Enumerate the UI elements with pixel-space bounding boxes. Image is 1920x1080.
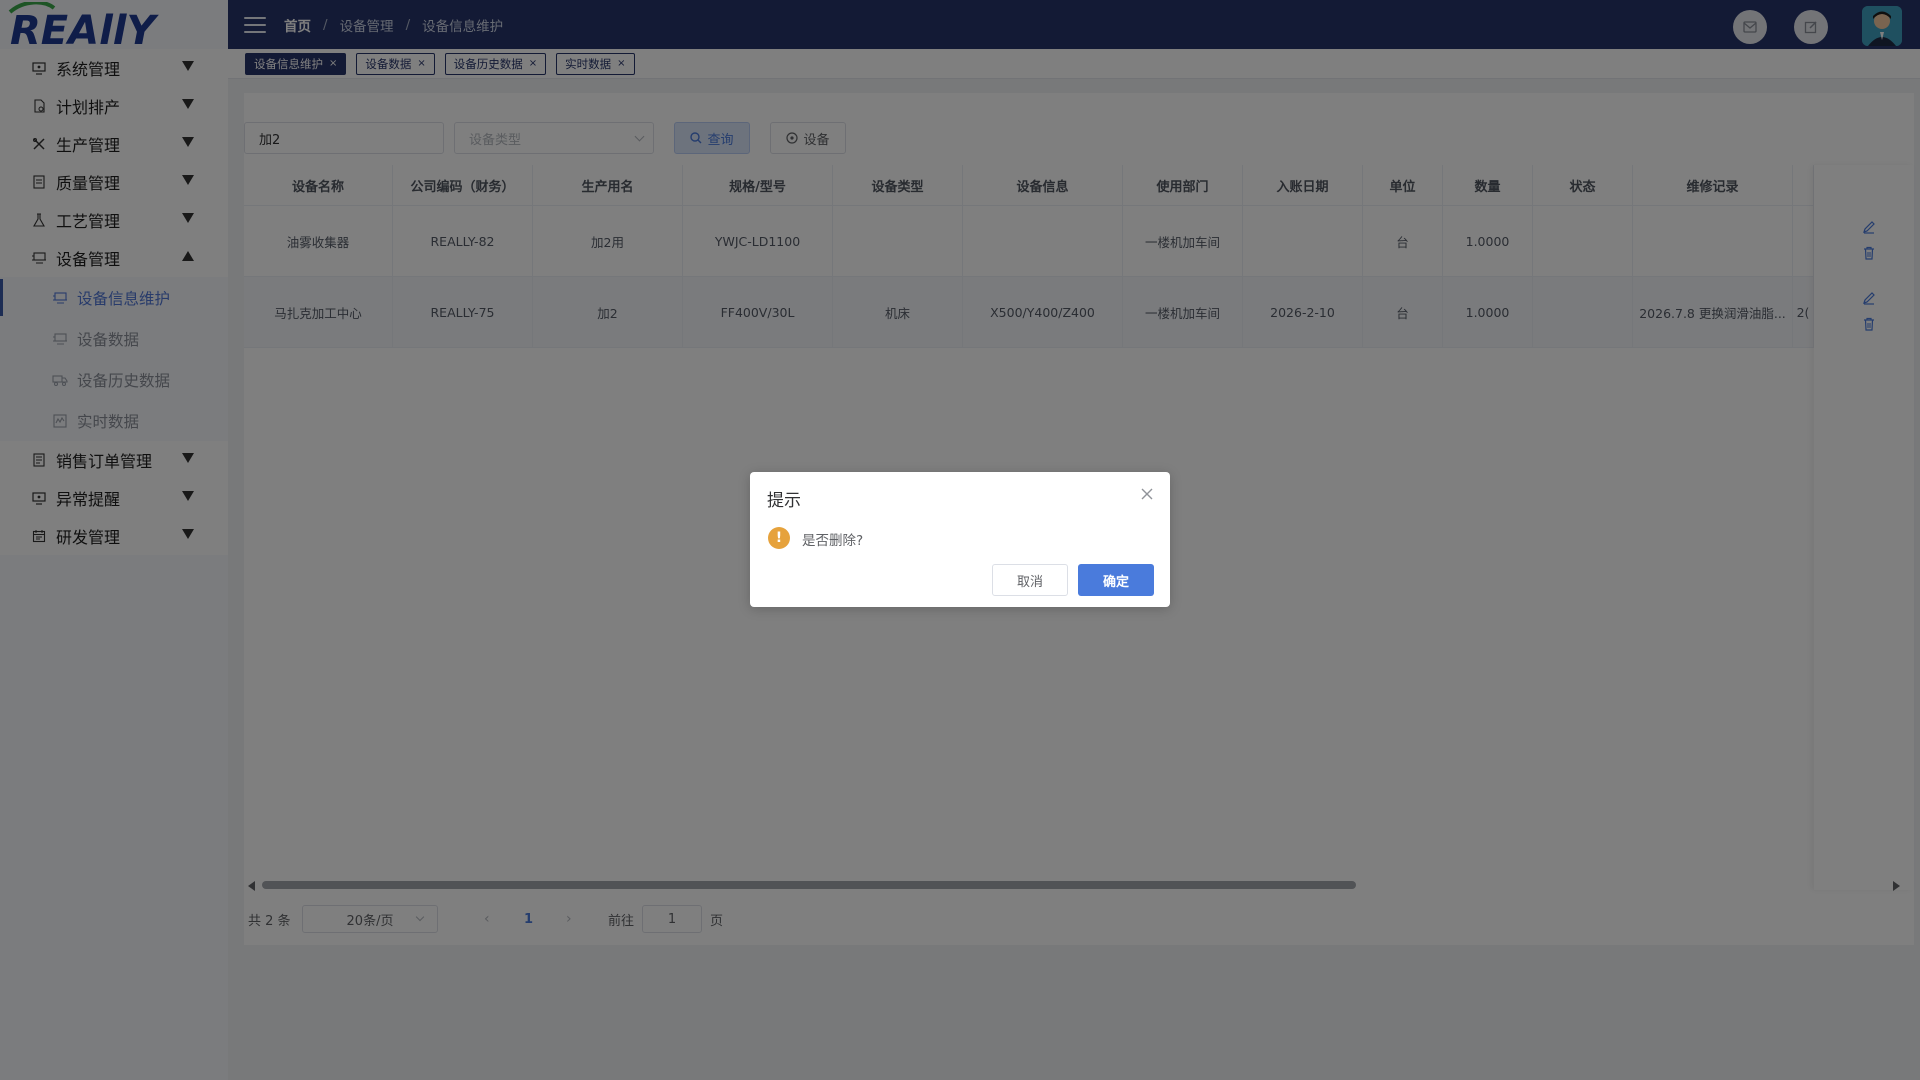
dialog-title: 提示 [767,491,801,511]
warning-icon: ! [768,527,790,549]
cancel-button[interactable]: 取消 [992,564,1068,596]
close-icon[interactable] [1139,486,1155,502]
confirm-button[interactable]: 确定 [1078,564,1154,596]
dialog-message: 是否删除? [802,533,864,549]
confirm-dialog: 提示 ! 是否删除? 取消 确定 [750,472,1170,607]
